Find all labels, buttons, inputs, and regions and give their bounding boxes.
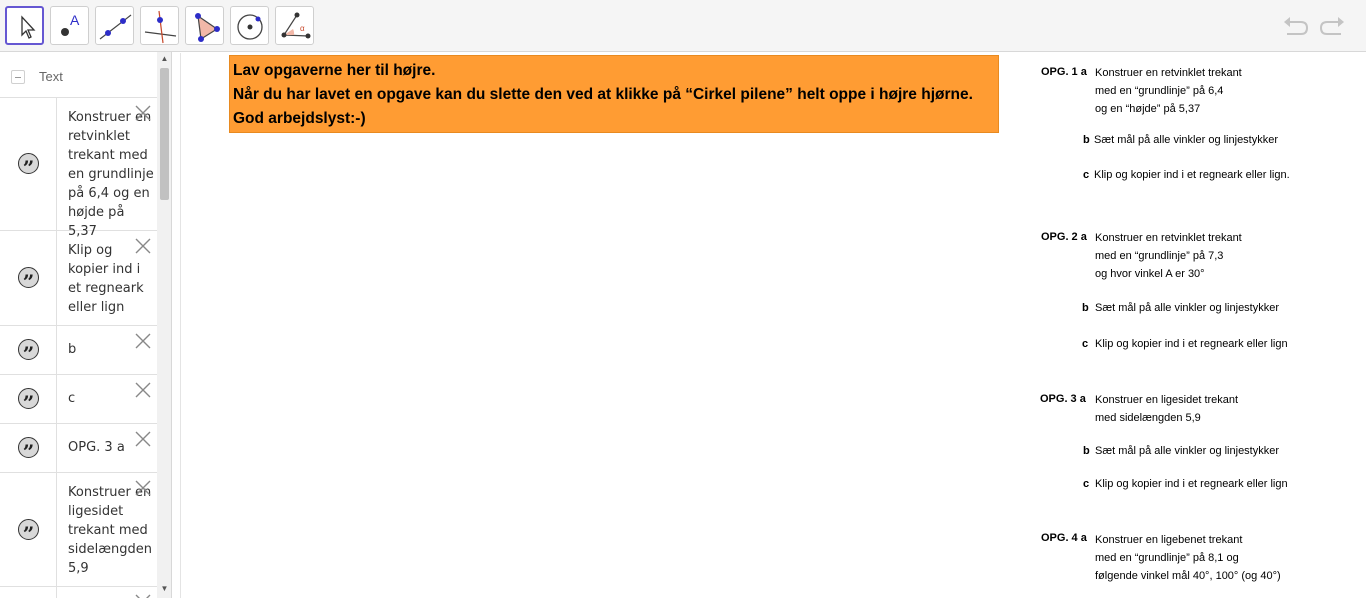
task-text[interactable]: Konstruer en ligesidet trekant: [1095, 394, 1238, 406]
row-marble[interactable]: [0, 587, 57, 598]
algebra-row[interactable]: ” OPG. 3 a: [0, 424, 157, 473]
close-icon[interactable]: [135, 333, 151, 349]
close-icon[interactable]: [135, 105, 151, 121]
banner-line: Lav opgaverne her til højre.: [233, 62, 436, 79]
task-text[interactable]: Konstruer en retvinklet trekant: [1095, 67, 1242, 79]
task-text[interactable]: Klip og kopier ind i et regneark eller l…: [1094, 169, 1290, 181]
task-text[interactable]: med en “grundlinje” på 6,4: [1095, 85, 1223, 97]
close-icon[interactable]: [135, 594, 151, 598]
algebra-row[interactable]: ” Konstruer en ligesidet trekant med sid…: [0, 473, 157, 587]
task-label[interactable]: OPG. 1 a: [1041, 66, 1087, 78]
algebra-view: Text ” Konstruer en retvinklet trekant m…: [0, 52, 172, 598]
algebra-row[interactable]: ” Konstruer en retvinklet trekant med en…: [0, 98, 157, 239]
row-marble[interactable]: ”: [0, 424, 57, 472]
row-text[interactable]: Konstruer en retvinklet trekant med en g…: [68, 108, 154, 241]
collapse-icon[interactable]: [11, 70, 25, 84]
polygon-tool-button[interactable]: [185, 6, 224, 45]
polygon-icon: [195, 13, 220, 42]
task-text[interactable]: Klip og kopier ind i et regneark eller l…: [1095, 478, 1288, 490]
circle-icon: [237, 14, 263, 40]
task-sub-label[interactable]: c: [1083, 169, 1089, 181]
scrollbar-thumb[interactable]: [160, 68, 169, 200]
group-label: Text: [39, 69, 63, 84]
task-text[interactable]: Konstruer en retvinklet trekant: [1095, 232, 1242, 244]
task-sub-label[interactable]: c: [1083, 478, 1089, 490]
point-tool-button[interactable]: A: [50, 6, 89, 45]
instruction-banner[interactable]: Lav opgaverne her til højre. Når du har …: [229, 55, 999, 133]
point-icon: A: [61, 12, 80, 36]
close-icon[interactable]: [135, 480, 151, 496]
task-text[interactable]: og en “højde” på 5,37: [1095, 103, 1200, 115]
row-text[interactable]: Konstruer en ligesidet trekant med sidel…: [68, 483, 154, 578]
task-text[interactable]: Sæt mål på alle vinkler og linjestykker: [1095, 445, 1279, 457]
task-text[interactable]: og hvor vinkel A er 30°: [1095, 268, 1205, 280]
task-text[interactable]: følgende vinkel mål 40°, 100° (og 40°): [1095, 570, 1281, 582]
circle-tool-button[interactable]: [230, 6, 269, 45]
task-text[interactable]: Sæt mål på alle vinkler og linjestykker: [1095, 302, 1279, 314]
svg-text:A: A: [70, 12, 80, 28]
row-marble[interactable]: ”: [0, 473, 57, 586]
task-text[interactable]: med sidelængden 5,9: [1095, 412, 1201, 424]
scroll-up-arrow-icon[interactable]: ▲: [157, 52, 171, 66]
angle-icon: α: [281, 12, 311, 39]
scroll-down-arrow-icon[interactable]: ▼: [157, 582, 171, 596]
task-text[interactable]: Sæt mål på alle vinkler og linjestykker: [1094, 134, 1278, 146]
algebra-group-header: Text: [0, 52, 157, 98]
task-sub-label[interactable]: b: [1082, 302, 1089, 314]
task-label[interactable]: OPG. 4 a: [1041, 532, 1087, 544]
quote-icon: ”: [18, 153, 39, 174]
task-text[interactable]: med en “grundlinje” på 8,1 og: [1095, 552, 1239, 564]
task-label[interactable]: OPG. 3 a: [1040, 393, 1086, 405]
task-sub-label[interactable]: b: [1083, 134, 1090, 146]
algebra-row[interactable]: ” Klip og kopier ind i et regneark eller…: [0, 231, 157, 326]
banner-line: Når du har lavet en opgave kan du slette…: [233, 86, 973, 103]
task-sub-label[interactable]: b: [1083, 445, 1090, 457]
close-icon[interactable]: [135, 431, 151, 447]
quote-icon: ”: [18, 388, 39, 409]
svg-text:α: α: [300, 24, 305, 33]
toolbar: A α: [0, 0, 1366, 52]
line-tool-button[interactable]: [95, 6, 134, 45]
move-arrow-icon: [21, 15, 36, 39]
task-label[interactable]: OPG. 2 a: [1041, 231, 1087, 243]
row-marble[interactable]: ”: [0, 326, 57, 374]
algebra-row[interactable]: ” b: [0, 326, 157, 375]
close-icon[interactable]: [135, 382, 151, 398]
close-icon[interactable]: [135, 238, 151, 254]
algebra-row[interactable]: [0, 587, 157, 598]
redo-icon[interactable]: [1317, 13, 1347, 41]
line-icon: [99, 14, 132, 40]
move-tool-button[interactable]: [5, 6, 44, 45]
task-text[interactable]: Klip og kopier ind i et regneark eller l…: [1095, 338, 1288, 350]
undo-icon[interactable]: [1281, 13, 1311, 41]
task-text[interactable]: Konstruer en ligebenet trekant: [1095, 534, 1242, 546]
task-sub-label[interactable]: c: [1082, 338, 1088, 350]
quote-icon: ”: [18, 437, 39, 458]
perpendicular-line-tool-button[interactable]: [140, 6, 179, 45]
row-marble[interactable]: ”: [0, 98, 57, 230]
row-marble[interactable]: ”: [0, 231, 57, 325]
quote-icon: ”: [18, 518, 39, 540]
perpendicular-line-icon: [144, 10, 177, 44]
algebra-row[interactable]: ” c: [0, 375, 157, 424]
quote-icon: ”: [18, 339, 39, 360]
quote-icon: ”: [18, 267, 39, 288]
angle-tool-button[interactable]: α: [275, 6, 314, 45]
task-text[interactable]: med en “grundlinje” på 7,3: [1095, 250, 1223, 262]
row-marble[interactable]: ”: [0, 375, 57, 423]
banner-line: God arbejdslyst:-): [233, 110, 366, 127]
